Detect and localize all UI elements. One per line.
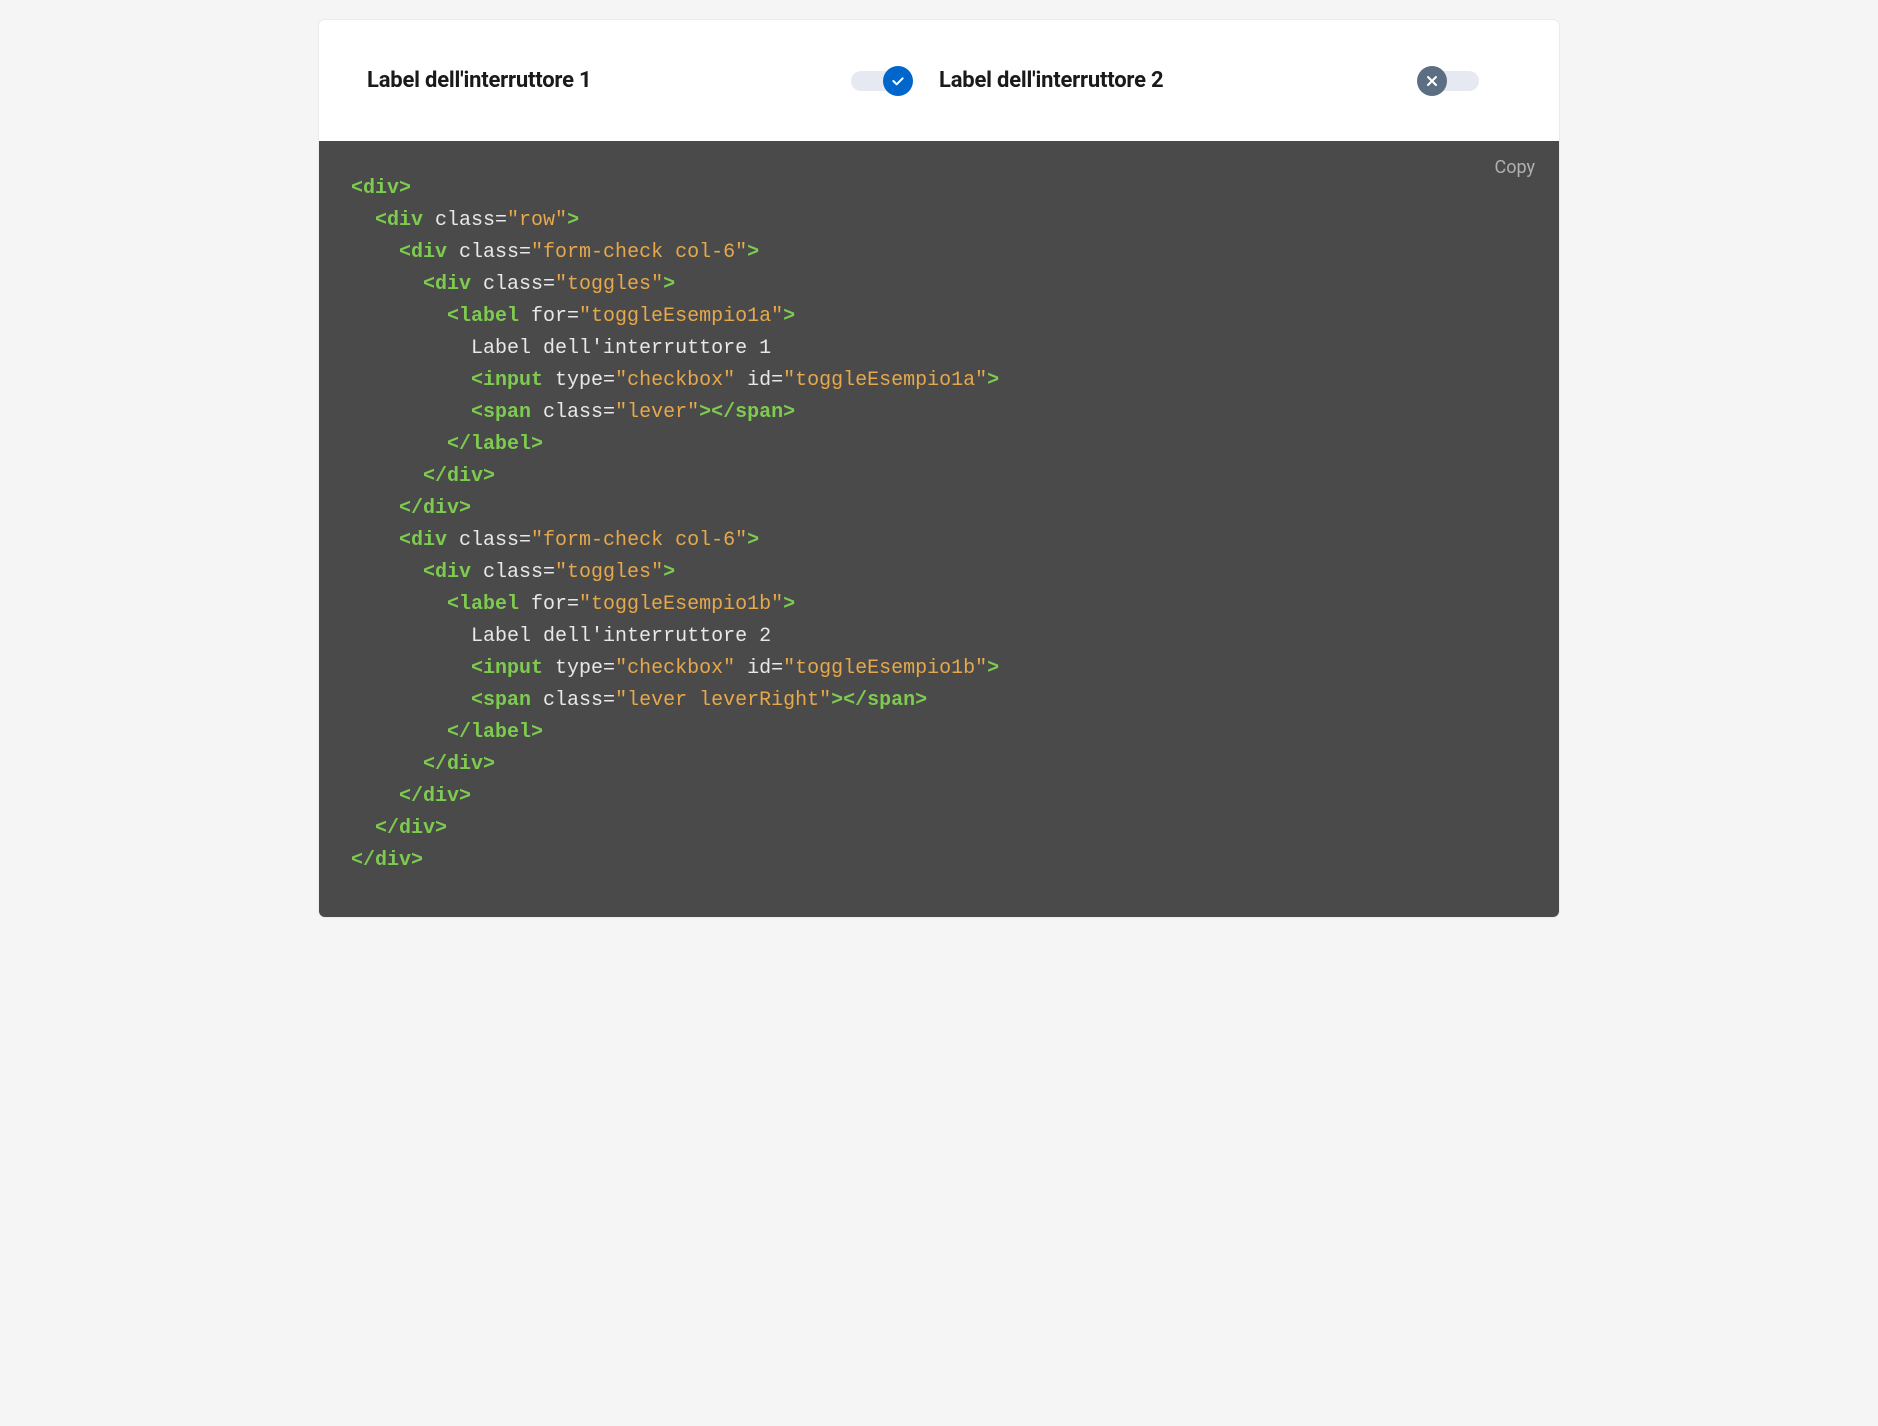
code-token: "toggleEsempio1a" xyxy=(579,305,783,328)
toggle-switch-2[interactable] xyxy=(1423,71,1479,91)
code-token: <div xyxy=(399,241,447,264)
code-token: <span xyxy=(471,401,531,424)
code-token: type= xyxy=(543,657,615,680)
code-token: for= xyxy=(519,593,579,616)
check-icon xyxy=(883,66,913,96)
code-token: class= xyxy=(531,401,615,424)
code-token: <input xyxy=(471,657,543,680)
code-token: > xyxy=(663,561,675,584)
code-token: </div> xyxy=(399,785,471,808)
code-token: class= xyxy=(471,273,555,296)
example-container: Label dell'interruttore 1 Label dell'int… xyxy=(319,20,1559,917)
code-token: class= xyxy=(531,689,615,712)
code-token: "lever" xyxy=(615,401,699,424)
code-token: "toggleEsempio1a" xyxy=(783,369,987,392)
code-token: ></span> xyxy=(699,401,795,424)
code-token: "checkbox" xyxy=(615,369,735,392)
code-token: <div xyxy=(399,529,447,552)
code-token: > xyxy=(663,273,675,296)
code-token: "form-check col-6" xyxy=(531,241,747,264)
toggle-group-2: Label dell'interruttore 2 xyxy=(939,68,1511,93)
code-token: <label xyxy=(447,305,519,328)
code-block: <div> <div class="row"> <div class="form… xyxy=(351,173,1527,877)
toggle-2-label: Label dell'interruttore 2 xyxy=(939,68,1163,93)
code-token: </div> xyxy=(351,849,423,872)
toggle-group-1: Label dell'interruttore 1 xyxy=(367,68,939,93)
demo-panel: Label dell'interruttore 1 Label dell'int… xyxy=(319,20,1559,141)
toggle-switch-1[interactable] xyxy=(851,71,907,91)
code-token: "form-check col-6" xyxy=(531,529,747,552)
code-token: "toggles" xyxy=(555,561,663,584)
code-token: ></span> xyxy=(831,689,927,712)
code-token: "lever leverRight" xyxy=(615,689,831,712)
code-token: class= xyxy=(471,561,555,584)
code-token: class= xyxy=(423,209,507,232)
code-token: class= xyxy=(447,241,531,264)
code-token: </div> xyxy=(375,817,447,840)
code-token: </div> xyxy=(399,497,471,520)
toggle-1-label: Label dell'interruttore 1 xyxy=(367,68,591,93)
code-token: "toggleEsempio1b" xyxy=(579,593,783,616)
code-token: <div xyxy=(375,209,423,232)
code-token: Label dell'interruttore 2 xyxy=(471,625,771,648)
code-token: </div> xyxy=(423,753,495,776)
code-token: > xyxy=(987,369,999,392)
code-token: </div> xyxy=(423,465,495,488)
code-token: id= xyxy=(735,657,783,680)
code-panel: Copy <div> <div class="row"> <div class=… xyxy=(319,141,1559,917)
code-token: "row" xyxy=(507,209,567,232)
code-token: > xyxy=(567,209,579,232)
code-token: id= xyxy=(735,369,783,392)
copy-button[interactable]: Copy xyxy=(1494,157,1535,178)
code-token: "toggles" xyxy=(555,273,663,296)
code-token: > xyxy=(783,593,795,616)
code-token: class= xyxy=(447,529,531,552)
code-token: <div xyxy=(423,561,471,584)
code-token: > xyxy=(987,657,999,680)
code-token: > xyxy=(747,241,759,264)
code-token: <div> xyxy=(351,177,411,200)
code-token: </label> xyxy=(447,721,543,744)
code-token: "toggleEsempio1b" xyxy=(783,657,987,680)
code-token: > xyxy=(783,305,795,328)
code-token: "checkbox" xyxy=(615,657,735,680)
code-token: Label dell'interruttore 1 xyxy=(471,337,771,360)
code-token: <input xyxy=(471,369,543,392)
code-token: for= xyxy=(519,305,579,328)
code-token: <div xyxy=(423,273,471,296)
demo-row: Label dell'interruttore 1 Label dell'int… xyxy=(367,68,1511,93)
code-token: <label xyxy=(447,593,519,616)
close-icon xyxy=(1417,66,1447,96)
code-token: > xyxy=(747,529,759,552)
code-token: type= xyxy=(543,369,615,392)
code-token: <span xyxy=(471,689,531,712)
code-token: </label> xyxy=(447,433,543,456)
